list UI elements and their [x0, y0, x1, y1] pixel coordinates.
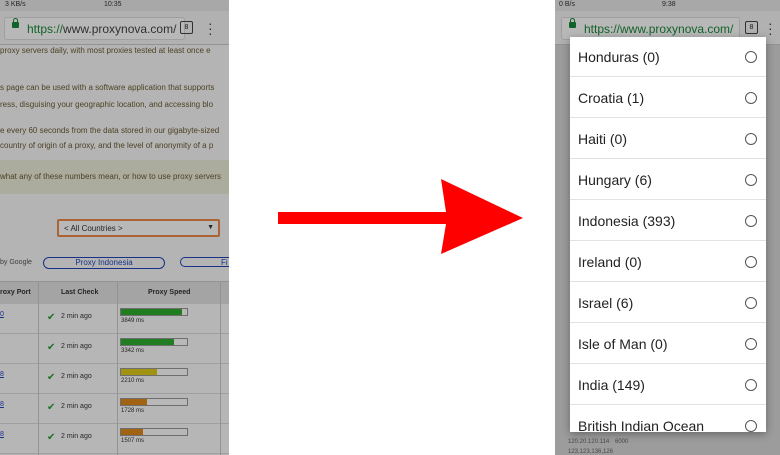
country-option-label: Croatia (1) — [578, 90, 645, 106]
network-speed: 0 B/s — [559, 1, 575, 8]
country-option[interactable]: Ireland (0) — [570, 242, 766, 282]
country-option[interactable]: Hungary (6) — [570, 160, 766, 200]
radio-button-icon[interactable] — [745, 133, 757, 145]
country-option-label: Haiti (0) — [578, 131, 628, 147]
clock: 9:38 — [662, 1, 676, 8]
country-option[interactable]: Indonesia (393) — [570, 201, 766, 241]
background-table-cell: 6000 — [615, 439, 629, 445]
country-option-label: Isle of Man (0) — [578, 336, 668, 352]
country-option-label: Indonesia (393) — [578, 213, 676, 229]
country-option[interactable]: British Indian Ocean — [570, 406, 766, 432]
country-option[interactable]: Haiti (0) — [570, 119, 766, 159]
radio-button-icon[interactable] — [745, 256, 757, 268]
country-option-label: Hungary (6) — [578, 172, 652, 188]
radio-button-icon[interactable] — [745, 420, 757, 432]
radio-button-icon[interactable] — [745, 297, 757, 309]
background-table-cell: 120.20.120.114 — [568, 439, 610, 445]
radio-button-icon[interactable] — [745, 379, 757, 391]
red-arrow-shape — [278, 179, 523, 254]
radio-button-icon[interactable] — [745, 215, 757, 227]
country-option[interactable]: Honduras (0) — [570, 37, 766, 77]
status-bar: 0 B/s 9:38 — [555, 0, 780, 11]
tab-switcher-button[interactable]: 8 — [745, 21, 758, 34]
radio-button-icon[interactable] — [745, 51, 757, 63]
country-option[interactable]: India (149) — [570, 365, 766, 405]
country-option[interactable]: Israel (6) — [570, 283, 766, 323]
lock-icon — [569, 18, 576, 28]
radio-button-icon[interactable] — [745, 92, 757, 104]
country-option[interactable]: Isle of Man (0) — [570, 324, 766, 364]
url-text: https://www.proxynova.com/ — [584, 22, 734, 36]
radio-button-icon[interactable] — [745, 174, 757, 186]
country-option[interactable]: Croatia (1) — [570, 78, 766, 118]
country-option-label: Honduras (0) — [578, 49, 660, 65]
country-option-label: India (149) — [578, 377, 645, 393]
country-option-label: Ireland (0) — [578, 254, 642, 270]
background-table-cell: 123,123,136,126 — [568, 449, 614, 455]
menu-kebab-icon[interactable]: · · · — [768, 16, 773, 40]
country-picker-dialog: Honduras (0) Croatia (1) Haiti (0) Hungary … — [570, 37, 766, 432]
country-option-label: British Indian Ocean — [578, 418, 705, 432]
radio-button-icon[interactable] — [745, 338, 757, 350]
country-option-label: Israel (6) — [578, 295, 634, 311]
